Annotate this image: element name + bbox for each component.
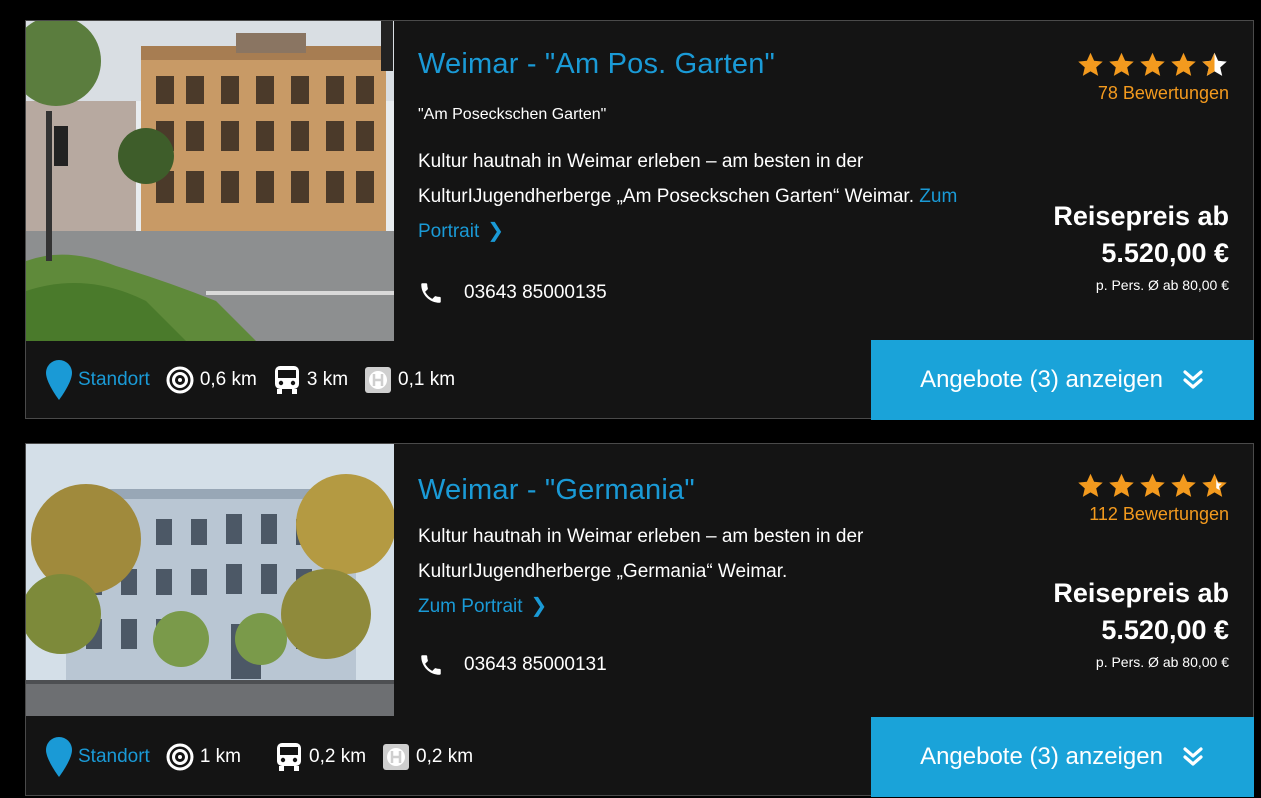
price-note: p. Pers. Ø ab 80,00 € (1095, 277, 1229, 293)
map-pin-icon (46, 360, 72, 400)
hostel-description: Kultur hautnah in Weimar erleben – am be… (418, 144, 968, 249)
distance-stop: 0,2 km (382, 743, 473, 771)
star-full-icon (1109, 473, 1134, 497)
hostel-title[interactable]: Weimar - "Am Pos. Garten" (418, 48, 775, 81)
hostel-description: Kultur hautnah in Weimar erleben – am be… (418, 519, 968, 624)
price-note: p. Pers. Ø ab 80,00 € (1095, 654, 1229, 670)
target-icon (166, 366, 194, 394)
hostel-photo[interactable] (26, 21, 394, 341)
rating-block: 78 Bewertungen (1076, 51, 1229, 104)
phone-number[interactable]: 03643 85000131 (418, 652, 607, 678)
star-rating (1076, 472, 1229, 500)
star-half-icon (1202, 473, 1227, 497)
phone-text: 03643 85000131 (464, 654, 607, 675)
show-offers-label: Angebote (3) anzeigen (920, 366, 1163, 393)
star-full-icon (1171, 52, 1196, 76)
standort-link[interactable]: Standort (46, 360, 150, 400)
map-pin-icon (46, 737, 72, 777)
distance-bus: 0,2 km (275, 742, 366, 772)
distance-center-value: 0,6 km (199, 369, 257, 390)
distance-center-value: 1 km (199, 746, 242, 767)
h-stop-icon (365, 367, 392, 393)
distance-stop-value: 0,2 km (416, 746, 474, 767)
standort-label[interactable]: Standort (78, 369, 150, 391)
show-offers-button[interactable]: Angebote (3) anzeigen (871, 717, 1254, 797)
star-full-icon (1078, 52, 1103, 76)
distance-center: 1 km (166, 743, 241, 771)
price-value: 5.520,00 € (1101, 615, 1229, 645)
description-text: Kultur hautnah in Weimar erleben – am be… (418, 151, 914, 207)
distance-bar: Standort 0,6 km 3 km 0,1 km (46, 343, 471, 417)
hostel-photo[interactable] (26, 444, 394, 716)
chevron-right-icon[interactable]: ❯ (487, 220, 504, 242)
bus-icon (274, 366, 299, 394)
price-value: 5.520,00 € (1101, 238, 1229, 268)
hostel-title[interactable]: Weimar - "Germania" (418, 474, 695, 507)
star-full-icon (1171, 473, 1196, 497)
hostel-card: Weimar - "Germania" Kultur hautnah in We… (25, 443, 1254, 797)
description-text: Kultur hautnah in Weimar erleben – am be… (418, 526, 864, 582)
price-label: Reisepreis ab (1053, 578, 1229, 608)
distance-bus-value: 3 km (306, 369, 349, 390)
bus-icon (277, 743, 302, 771)
price-block: Reisepreis ab 5.520,00 € p. Pers. Ø ab 8… (1053, 197, 1229, 293)
rating-block: 112 Bewertungen (1076, 472, 1229, 525)
phone-number[interactable]: 03643 85000135 (418, 280, 607, 306)
reviews-link[interactable]: 112 Bewertungen (1076, 504, 1229, 525)
distance-bar: Standort 1 km 0,2 km 0,2 km (46, 720, 489, 794)
phone-icon (421, 655, 441, 675)
hostel-card: Weimar - "Am Pos. Garten" "Am Posecksche… (25, 20, 1254, 420)
hostel-subtitle: "Am Poseckschen Garten" (418, 106, 607, 123)
h-stop-icon (383, 744, 410, 770)
standort-link[interactable]: Standort (46, 737, 150, 777)
show-offers-label: Angebote (3) anzeigen (920, 743, 1163, 770)
star-full-icon (1140, 52, 1165, 76)
show-offers-button[interactable]: Angebote (3) anzeigen (871, 340, 1254, 420)
distance-stop-value: 0,1 km (398, 369, 456, 390)
star-full-icon (1140, 473, 1165, 497)
price-label: Reisepreis ab (1053, 201, 1229, 231)
phone-text: 03643 85000135 (464, 282, 607, 303)
distance-bus: 3 km (273, 365, 348, 395)
distance-bus-value: 0,2 km (309, 746, 367, 767)
target-icon (166, 743, 194, 771)
double-chevron-down-icon (1183, 370, 1203, 389)
star-rating (1076, 51, 1229, 79)
phone-icon (421, 283, 441, 303)
portrait-link[interactable]: Zum Portrait (418, 596, 523, 617)
double-chevron-down-icon (1183, 747, 1203, 766)
star-full-icon (1109, 52, 1134, 76)
chevron-right-icon[interactable]: ❯ (531, 595, 548, 617)
price-block: Reisepreis ab 5.520,00 € p. Pers. Ø ab 8… (1053, 574, 1229, 670)
star-full-icon (1078, 473, 1103, 497)
distance-stop: 0,1 km (364, 366, 455, 394)
distance-center: 0,6 km (166, 366, 257, 394)
reviews-link[interactable]: 78 Bewertungen (1076, 83, 1229, 104)
standort-label[interactable]: Standort (78, 746, 150, 768)
star-half-icon (1202, 52, 1227, 76)
